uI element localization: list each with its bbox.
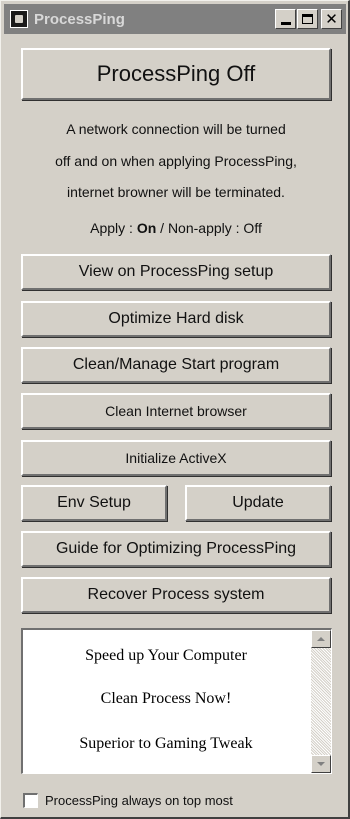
processping-window: ProcessPing ✕ ProcessPing Off A network … bbox=[0, 0, 350, 819]
initialize-activex-button[interactable]: Initialize ActiveX bbox=[21, 440, 331, 476]
info-text-line2: off and on when applying ProcessPing, bbox=[55, 153, 297, 169]
processping-toggle-button[interactable]: ProcessPing Off bbox=[21, 48, 331, 100]
list-item[interactable]: Speed up Your Computer bbox=[23, 647, 309, 665]
apply-label: Apply : bbox=[90, 220, 137, 236]
minimize-icon[interactable] bbox=[275, 9, 296, 29]
close-icon[interactable]: ✕ bbox=[321, 9, 342, 29]
maximize-icon[interactable] bbox=[297, 9, 318, 29]
always-on-top-checkbox[interactable] bbox=[23, 793, 38, 808]
list-item[interactable]: Superior to Gaming Tweak bbox=[23, 735, 309, 753]
update-button[interactable]: Update bbox=[185, 485, 331, 521]
always-on-top-label[interactable]: ProcessPing always on top most bbox=[45, 793, 233, 808]
list-item[interactable]: Clean Process Now! bbox=[23, 690, 309, 708]
apply-rest: / Non-apply : Off bbox=[156, 220, 262, 236]
scroll-down-arrow-icon[interactable] bbox=[311, 755, 331, 773]
title-bar[interactable]: ProcessPing ✕ bbox=[4, 4, 346, 34]
apply-on-value: On bbox=[136, 220, 157, 236]
apply-status-text: Apply : On / Non-apply : Off bbox=[21, 220, 331, 236]
info-text-line3: internet browner will be terminated. bbox=[67, 184, 285, 200]
processping-app-icon[interactable] bbox=[10, 10, 28, 28]
view-setup-button[interactable]: View on ProcessPing setup bbox=[21, 254, 331, 290]
window-controls: ✕ bbox=[275, 9, 342, 29]
optimize-hard-disk-button[interactable]: Optimize Hard disk bbox=[21, 301, 331, 337]
clean-start-program-button[interactable]: Clean/Manage Start program bbox=[21, 347, 331, 383]
optimizing-guide-button[interactable]: Guide for Optimizing ProcessPing bbox=[21, 531, 331, 567]
promo-listbox[interactable]: Speed up Your Computer Clean Process Now… bbox=[21, 628, 332, 774]
scroll-up-arrow-icon[interactable] bbox=[311, 630, 331, 648]
vertical-scrollbar[interactable] bbox=[311, 630, 331, 773]
recover-process-system-button[interactable]: Recover Process system bbox=[21, 577, 331, 613]
clean-internet-browser-button[interactable]: Clean Internet browser bbox=[21, 393, 331, 429]
always-on-top-option[interactable]: ProcessPing always on top most bbox=[23, 793, 233, 808]
env-setup-button[interactable]: Env Setup bbox=[21, 485, 167, 521]
info-text-line1: A network connection will be turned bbox=[66, 121, 286, 137]
window-title: ProcessPing bbox=[34, 10, 125, 28]
